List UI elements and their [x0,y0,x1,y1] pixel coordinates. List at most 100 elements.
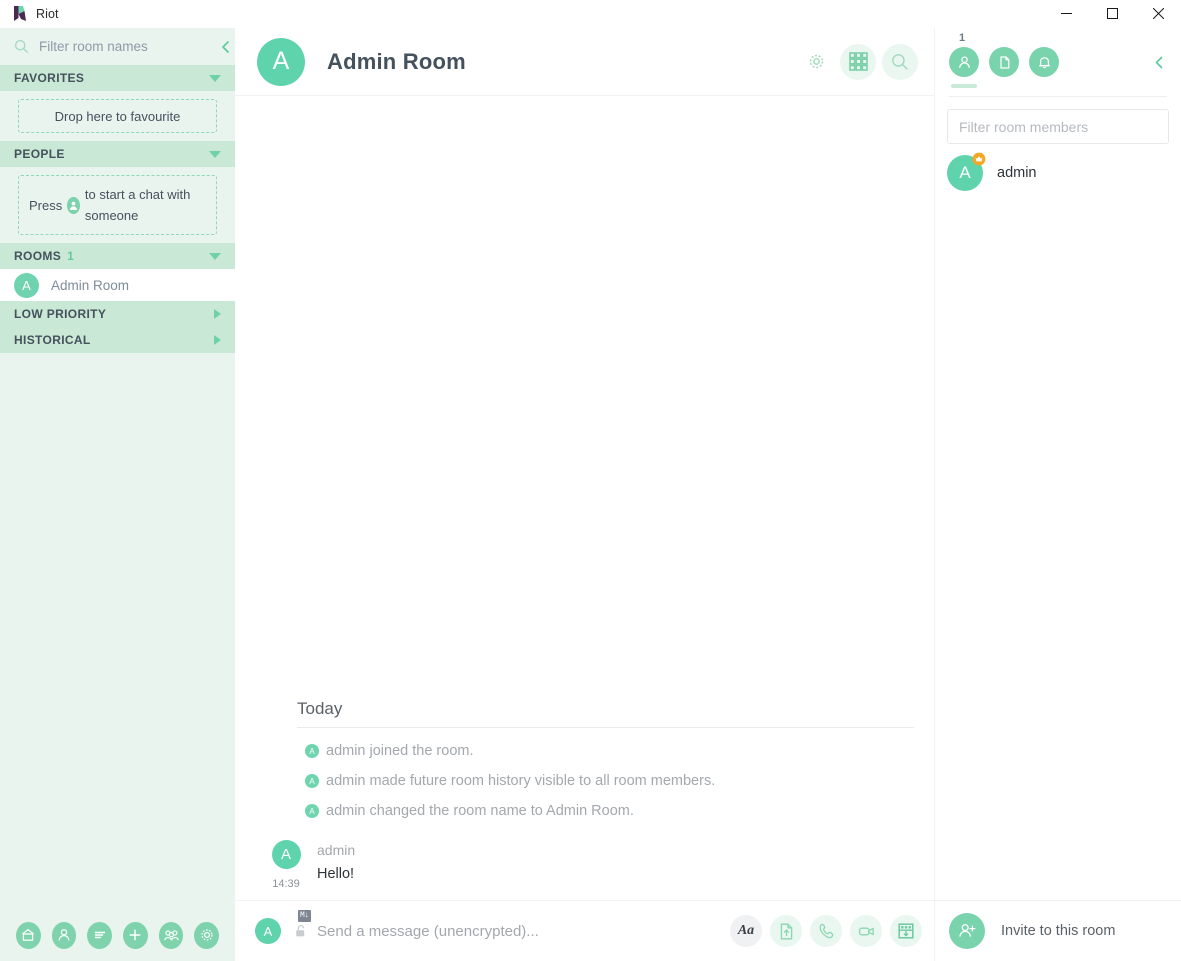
event-avatar: A [305,744,319,758]
date-separator: Today [297,699,914,736]
room-filter-row [0,28,235,65]
right-panel: 1 Filter room members A admin Invite to … [935,28,1181,961]
sidebar-section-low-priority[interactable]: LOW PRIORITY [0,301,235,327]
sidebar-section-label: FAVORITES [14,71,85,85]
room-avatar: A [14,272,39,298]
right-panel-filler [935,196,1181,900]
chevron-right-icon[interactable] [214,335,221,345]
riot-app-window: Riot Filter room names FAVORITES Drop he… [0,0,1181,961]
message-group: A 14:39 admin Hello! [255,840,914,890]
member-name: admin [997,165,1037,181]
date-separator-line [297,727,914,728]
minimize-icon[interactable] [1043,0,1089,28]
sidebar-section-favorites[interactable]: FAVORITES [0,65,235,91]
sidebar-bottom-toolbar [0,909,235,961]
list-icon[interactable] [87,921,113,949]
sidebar-section-label: LOW PRIORITY [14,307,107,321]
sidebar-section-historical[interactable]: HISTORICAL [0,327,235,353]
window-titlebar: Riot [0,0,1181,28]
window-controls [1043,0,1181,28]
member-filter-wrap [935,97,1181,150]
people-section-body: Press to start a chat with someone [0,167,235,243]
favorites-drop-target[interactable]: Drop here to favourite [18,99,217,133]
member-filter-input[interactable] [947,109,1169,144]
plus-icon[interactable] [123,921,148,949]
markdown-badge: M↓ [298,910,312,922]
person-icon [67,196,80,214]
maximize-icon[interactable] [1089,0,1135,28]
admin-crown-icon [972,152,986,166]
favorites-section-body: Drop here to favourite [0,91,235,141]
members-tab[interactable]: 1 [949,32,979,88]
event-text: admin made future room history visible t… [326,773,716,789]
message-timeline: Today A admin joined the room. A admin m… [235,96,934,900]
avatar-wrap: A [947,152,986,191]
notifications-tab[interactable] [1029,47,1059,77]
message-sender: admin [317,842,356,858]
person-icon[interactable] [51,921,77,949]
titlebar-left: Riot [0,5,59,22]
people-hint-before: Press [29,197,63,213]
avatar: A [271,840,301,869]
message-input[interactable] [309,922,722,940]
chevron-left-icon[interactable] [1149,55,1169,70]
apps-grid-button[interactable] [840,43,876,80]
chevron-left-icon[interactable] [216,40,234,54]
app-title: Riot [36,6,59,21]
bell-icon [1029,47,1059,77]
voice-call-button[interactable] [810,915,842,947]
room-avatar: A [257,37,305,86]
close-icon[interactable] [1135,0,1181,28]
apps-drawer-button[interactable] [890,915,922,947]
timeline-event: A admin changed the room name to Admin R… [305,796,914,826]
file-icon [989,47,1019,77]
sidebar-section-rooms[interactable]: ROOMS 1 [0,243,235,269]
chevron-down-icon[interactable] [209,74,221,82]
left-sidebar: FAVORITES Drop here to favourite PEOPLE … [0,28,235,961]
group-icon[interactable] [158,921,184,949]
home-icon[interactable] [16,921,41,949]
favorites-drop-label: Drop here to favourite [54,108,181,124]
sidebar-item-admin-room[interactable]: A Admin Room [0,269,235,301]
event-text: admin joined the room. [326,743,474,759]
event-text: admin changed the room name to Admin Roo… [326,803,634,819]
app-body: FAVORITES Drop here to favourite PEOPLE … [0,28,1181,961]
message-gutter: A 14:39 [255,840,317,890]
members-count-badge: 1 [959,32,966,44]
video-call-button[interactable] [850,915,882,947]
message-timestamp: 14:39 [272,878,300,890]
sidebar-item-label: Admin Room [51,277,130,293]
sidebar-section-people[interactable]: PEOPLE [0,141,235,167]
room-header: A Admin Room [235,28,934,96]
chevron-down-icon[interactable] [209,252,221,260]
sidebar-section-label: PEOPLE [14,147,65,161]
text-format-icon: Aa [737,923,755,938]
formatting-button[interactable]: Aa [730,915,762,947]
search-icon [14,39,30,54]
chevron-right-icon[interactable] [214,309,221,319]
unlocked-padlock-icon [295,924,309,938]
files-tab[interactable] [989,47,1019,77]
search-button[interactable] [882,43,918,80]
active-tab-indicator [951,84,977,88]
room-view: A Admin Room Today A admin joined the ro… [235,28,934,961]
invite-to-room-button[interactable]: Invite to this room [935,900,1181,961]
event-avatar: A [305,804,319,818]
list-item[interactable]: A admin [935,150,1181,196]
chevron-down-icon[interactable] [209,150,221,158]
sidebar-section-label: ROOMS [14,249,62,263]
person-icon [949,47,979,77]
gear-icon[interactable] [194,921,220,949]
invite-label: Invite to this room [1001,923,1116,939]
upload-file-button[interactable] [770,915,802,947]
message-text: Hello! [317,866,355,882]
person-add-icon [949,913,985,949]
room-settings-button[interactable] [798,44,834,80]
avatar: A [255,918,281,944]
date-separator-label: Today [297,699,343,718]
message-composer: A M↓ Aa [235,900,934,961]
timeline-event: A admin made future room history visible… [305,766,914,796]
people-empty-hint[interactable]: Press to start a chat with someone [18,175,217,235]
room-filter-input[interactable] [30,39,216,54]
message-body: admin Hello! [317,840,914,890]
